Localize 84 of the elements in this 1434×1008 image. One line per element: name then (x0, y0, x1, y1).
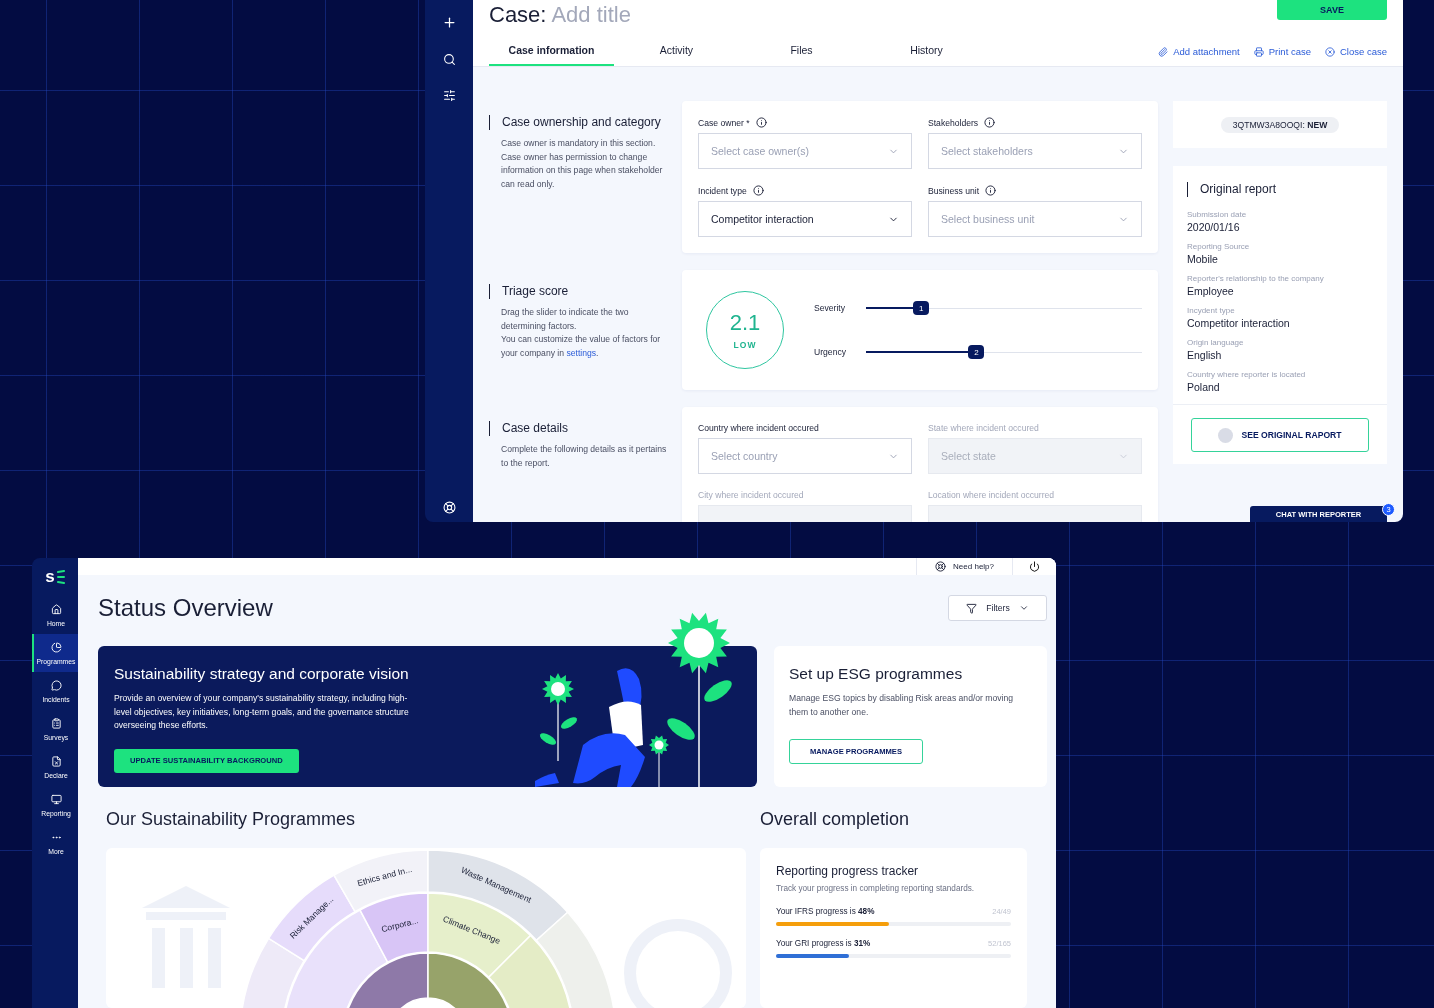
section-description: Case owner is mandatory in this section. Case owner has permission to change information on this page when stakeholder can read only. (500, 137, 664, 191)
section-title: Triage score (489, 284, 667, 299)
report-label: Incydent type (1187, 306, 1236, 315)
home-icon (50, 603, 62, 615)
filter-icon (966, 602, 978, 614)
card-title: Reporting progress tracker (776, 864, 920, 878)
field-label: Location where incident occurred (928, 490, 1055, 500)
slider-track[interactable]: 2 (866, 344, 1142, 360)
tab[interactable]: Case information (489, 44, 614, 66)
filters-button[interactable]: Filters (948, 595, 1047, 621)
field-label: Business unit (928, 185, 980, 196)
report-label: Reporter's relationship to the company (1187, 274, 1325, 283)
help-icon[interactable] (442, 501, 456, 514)
report-label: Submission date (1187, 210, 1248, 219)
plus-icon[interactable] (441, 15, 457, 30)
section-title: Case ownership and category (489, 115, 667, 130)
section-heading: Overall completion (760, 809, 911, 830)
info-icon[interactable] (985, 185, 997, 196)
chevron-down-icon (1018, 603, 1029, 613)
select-field[interactable]: Competitor interaction (698, 201, 912, 237)
avatar-icon (1218, 427, 1234, 443)
action-link[interactable]: Close case (1325, 46, 1387, 57)
section-heading: Our Sustainability Programmes (106, 809, 357, 830)
search-icon[interactable] (442, 53, 456, 66)
sliders-icon[interactable] (442, 89, 456, 102)
slider-label: Urgency (814, 347, 847, 357)
slider-thumb[interactable]: 2 (968, 345, 985, 359)
pie-chart-icon (50, 641, 62, 653)
case-title[interactable]: Case: Add title (489, 0, 631, 28)
report-label: Country where reporter is located (1187, 370, 1307, 379)
report-value: Poland (1187, 381, 1221, 393)
section-description: Drag the slider to indicate the two determining factors. You can customize the value of factors for your company in settings. (500, 306, 662, 360)
section-description: Complete the following details as it pertains to the report. (500, 443, 667, 470)
hero-title: Sustainability strategy and corporate vision (114, 665, 410, 683)
close-icon (1325, 46, 1335, 57)
tab[interactable]: History (864, 44, 989, 66)
info-icon[interactable] (984, 117, 996, 128)
power-icon (1029, 561, 1040, 572)
field-label: Stakeholders (928, 117, 979, 128)
field-label: Country where incident occured (698, 423, 819, 433)
slider-label: Severity (814, 303, 847, 313)
card-title: Set up ESG programmes (789, 665, 964, 683)
report-label: Origin language (1187, 338, 1245, 347)
progress-label: Your GRI progress is 31% (776, 939, 871, 948)
field-label: City where incident occured (698, 490, 804, 500)
chat-bubble-icon (50, 679, 62, 691)
info-icon[interactable] (752, 185, 764, 196)
card-text: Track your progress in completing reporting standards. (776, 884, 976, 893)
logo: s (32, 558, 78, 596)
field-label: Incident type (698, 185, 747, 196)
hero-text: Provide an overview of your company's sustainability strategy, including high-level objectives, key initiatives, long-term goals, and the governance structure overseeing these efforts. (114, 692, 410, 733)
page-title: Status Overview (98, 594, 273, 622)
report-value: 2020/01/16 (1187, 221, 1241, 233)
field-label: Case owner * (698, 117, 750, 128)
printer-icon (1253, 46, 1264, 57)
progress-label: Your IFRS progress is 48% (776, 907, 875, 916)
action-link[interactable]: Print case (1253, 46, 1311, 57)
case-id-badge: 3QTMW3A8OOQI: NEW (1220, 116, 1340, 133)
report-title: Original report (1187, 182, 1373, 197)
save-button[interactable]: SAVE (1277, 0, 1387, 20)
paperclip-icon (1158, 46, 1169, 57)
section-title: Case details (489, 421, 667, 436)
power-button[interactable] (1012, 558, 1056, 575)
tab[interactable]: Activity (614, 44, 739, 66)
segment-label: Corpora... (380, 915, 420, 935)
info-icon[interactable] (755, 117, 767, 128)
help-icon (935, 561, 947, 572)
slider-track[interactable]: 1 (866, 300, 1142, 316)
tab[interactable]: Files (739, 44, 864, 66)
report-value: Employee (1187, 285, 1235, 297)
action-link[interactable]: Add attachment (1158, 46, 1240, 57)
report-value: Mobile (1187, 253, 1219, 265)
checklist-icon (50, 717, 62, 729)
card-text: Manage ESG topics by disabling Risk areas and/or moving them to another one. (789, 692, 1015, 719)
report-label: Reporting Source (1187, 242, 1251, 251)
report-value: Competitor interaction (1187, 317, 1291, 329)
document-icon (50, 755, 62, 767)
report-value: English (1187, 349, 1223, 361)
logo-stripes-icon (56, 570, 65, 584)
field-label: State where incident occured (928, 423, 1039, 433)
monitor-icon (50, 793, 62, 805)
slider-thumb[interactable]: 1 (913, 301, 930, 315)
see-report-button[interactable]: SEE ORIGINAL RAPORT (1191, 418, 1369, 452)
segment-label: Ethics and In... (356, 863, 414, 889)
